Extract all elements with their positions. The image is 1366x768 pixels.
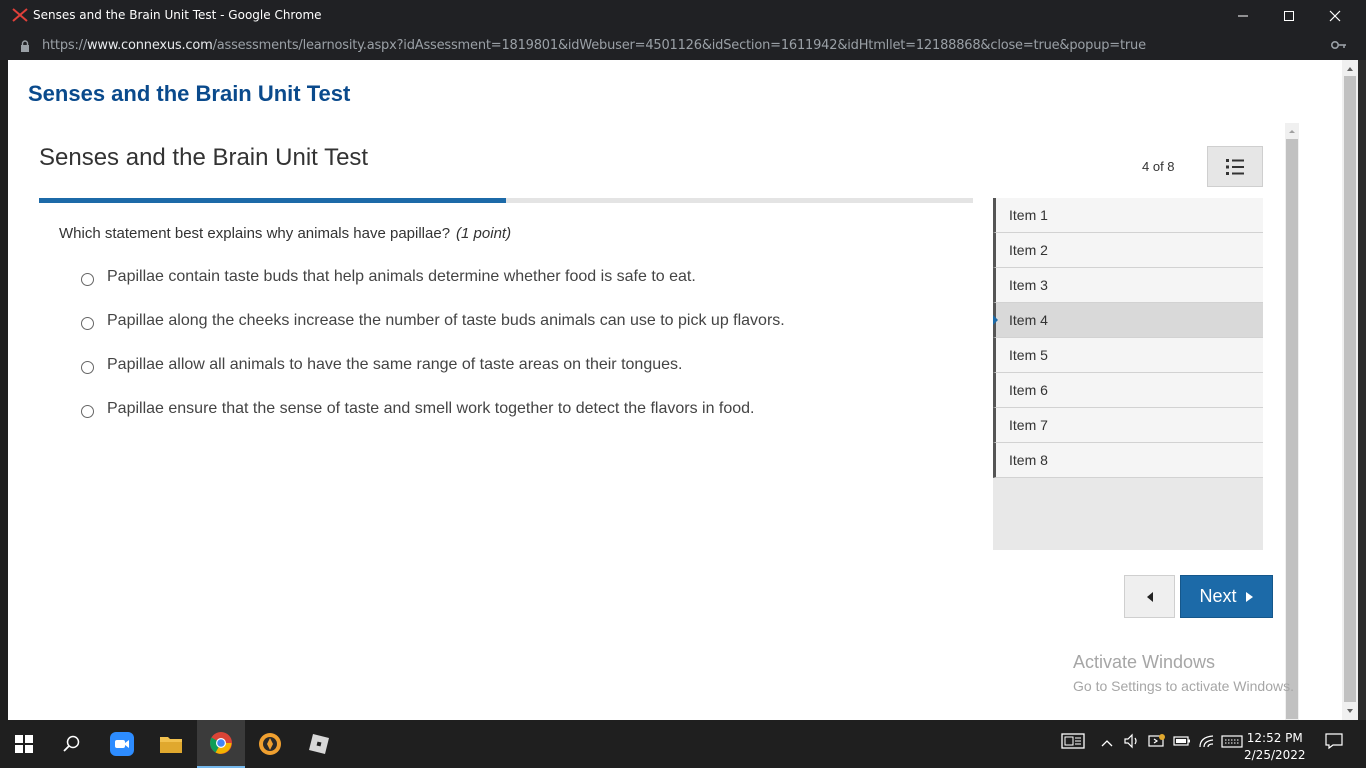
- question-stem: Which statement best explains why animal…: [59, 225, 511, 242]
- watermark-line-1: Activate Windows: [1073, 652, 1216, 672]
- taskbar: 12:52 PM 2/25/2022: [0, 720, 1366, 768]
- item-nav-2[interactable]: Item 2: [993, 233, 1263, 268]
- wifi-icon[interactable]: [1198, 732, 1216, 750]
- close-icon: [1329, 10, 1341, 21]
- next-button[interactable]: Next: [1180, 575, 1273, 618]
- answer-option[interactable]: Papillae along the cheeks increase the n…: [81, 312, 785, 356]
- item-list-toggle-button[interactable]: [1207, 146, 1263, 187]
- page-scroll-thumb[interactable]: [1344, 76, 1356, 702]
- window-edge: [1358, 60, 1366, 720]
- taskbar-clock[interactable]: 12:52 PM 2/25/2022: [1244, 730, 1306, 764]
- option-text: Papillae allow all animals to have the s…: [107, 356, 683, 373]
- option-text: Papillae contain taste buds that help an…: [107, 268, 696, 285]
- volume-icon[interactable]: [1123, 732, 1141, 750]
- radio-button[interactable]: [81, 405, 94, 418]
- window-title: Senses and the Brain Unit Test - Google …: [33, 8, 322, 22]
- taskbar-file-explorer[interactable]: [147, 720, 195, 768]
- notification-icon[interactable]: [1325, 732, 1343, 750]
- list-icon: [1226, 158, 1244, 175]
- maximize-button[interactable]: [1266, 0, 1312, 31]
- chrome-icon: [210, 732, 232, 754]
- page-heading: Senses and the Brain Unit Test: [28, 81, 351, 106]
- scroll-up-icon[interactable]: [1285, 126, 1299, 136]
- start-button[interactable]: [0, 720, 48, 768]
- taskbar-zoom[interactable]: [98, 720, 146, 768]
- item-nav-5[interactable]: Item 5: [993, 338, 1263, 373]
- assessment-title: Senses and the Brain Unit Test: [39, 144, 369, 171]
- page-scrollbar[interactable]: [1342, 60, 1358, 720]
- clock-time: 12:52 PM: [1246, 731, 1303, 745]
- close-window-button[interactable]: [1312, 0, 1358, 31]
- minimize-icon: [1238, 15, 1248, 16]
- item-nav-4[interactable]: Item 4: [993, 303, 1263, 338]
- answer-option[interactable]: Papillae contain taste buds that help an…: [81, 268, 785, 312]
- item-nav-3[interactable]: Item 3: [993, 268, 1263, 303]
- browser-title-bar: Senses and the Brain Unit Test - Google …: [0, 0, 1366, 31]
- scroll-up-icon[interactable]: [1342, 62, 1358, 76]
- question-points: (1 point): [456, 225, 512, 242]
- next-button-label: Next: [1199, 586, 1237, 606]
- radio-button[interactable]: [81, 273, 94, 286]
- page-content: Senses and the Brain Unit Test Senses an…: [8, 60, 1342, 720]
- scroll-down-icon[interactable]: [1342, 704, 1358, 718]
- radio-button[interactable]: [81, 361, 94, 374]
- keyboard-layout-icon[interactable]: [1061, 732, 1085, 750]
- option-text: Papillae ensure that the sense of taste …: [107, 400, 755, 417]
- maximize-icon: [1284, 10, 1294, 21]
- clock-date: 2/25/2022: [1244, 748, 1306, 762]
- caret-right-icon: [1245, 591, 1253, 602]
- taskbar-brave[interactable]: [246, 720, 294, 768]
- answer-option[interactable]: Papillae ensure that the sense of taste …: [81, 400, 785, 444]
- zoom-icon: [110, 732, 134, 756]
- keyboard-icon[interactable]: [1221, 732, 1243, 750]
- caret-left-icon: [1146, 591, 1153, 602]
- browser-app-icon: [259, 733, 281, 755]
- question-text: Which statement best explains why animal…: [59, 225, 451, 242]
- answer-option[interactable]: Papillae allow all animals to have the s…: [81, 356, 785, 400]
- activate-windows-watermark: Activate Windows Go to Settings to activ…: [1073, 652, 1294, 694]
- minimize-button[interactable]: [1220, 0, 1266, 31]
- option-text: Papillae along the cheeks increase the n…: [107, 312, 785, 329]
- search-icon: [63, 735, 80, 752]
- url-prefix: https://: [42, 38, 87, 53]
- url-host: www.connexus.com: [87, 38, 213, 53]
- address-bar[interactable]: https://www.connexus.com/assessments/lea…: [0, 31, 1366, 60]
- item-counter: 4 of 8: [1142, 159, 1175, 174]
- search-button[interactable]: [48, 720, 96, 768]
- chevron-up-icon[interactable]: [1100, 738, 1114, 748]
- key-icon[interactable]: [1331, 40, 1347, 50]
- item-nav-6[interactable]: Item 6: [993, 373, 1263, 408]
- lock-icon: [21, 40, 29, 52]
- item-nav-8[interactable]: Item 8: [993, 443, 1263, 478]
- progress-fill: [39, 198, 506, 203]
- item-nav-7[interactable]: Item 7: [993, 408, 1263, 443]
- url-path: /assessments/learnosity.aspx?idAssessmen…: [212, 38, 1146, 53]
- answer-options: Papillae contain taste buds that help an…: [81, 268, 785, 444]
- connexus-logo-icon: [12, 8, 28, 22]
- previous-button[interactable]: [1124, 575, 1175, 618]
- windows-icon: [15, 735, 33, 753]
- watermark-line-2: Go to Settings to activate Windows.: [1073, 678, 1294, 694]
- inner-scroll-thumb[interactable]: [1286, 139, 1298, 719]
- url-text[interactable]: https://www.connexus.com/assessments/lea…: [42, 38, 1146, 53]
- taskbar-roblox[interactable]: [295, 720, 343, 768]
- item-nav-1[interactable]: Item 1: [993, 198, 1263, 233]
- battery-icon[interactable]: [1173, 732, 1191, 750]
- item-navigation-list: Item 1 Item 2 Item 3 Item 4 Item 5 Item …: [993, 198, 1263, 550]
- progress-bar: [39, 198, 973, 203]
- roblox-icon: [309, 734, 329, 754]
- power-plug-icon[interactable]: [1148, 732, 1166, 750]
- taskbar-chrome[interactable]: [197, 720, 245, 768]
- inner-scrollbar[interactable]: [1285, 123, 1299, 720]
- radio-button[interactable]: [81, 317, 94, 330]
- folder-icon: [160, 737, 182, 753]
